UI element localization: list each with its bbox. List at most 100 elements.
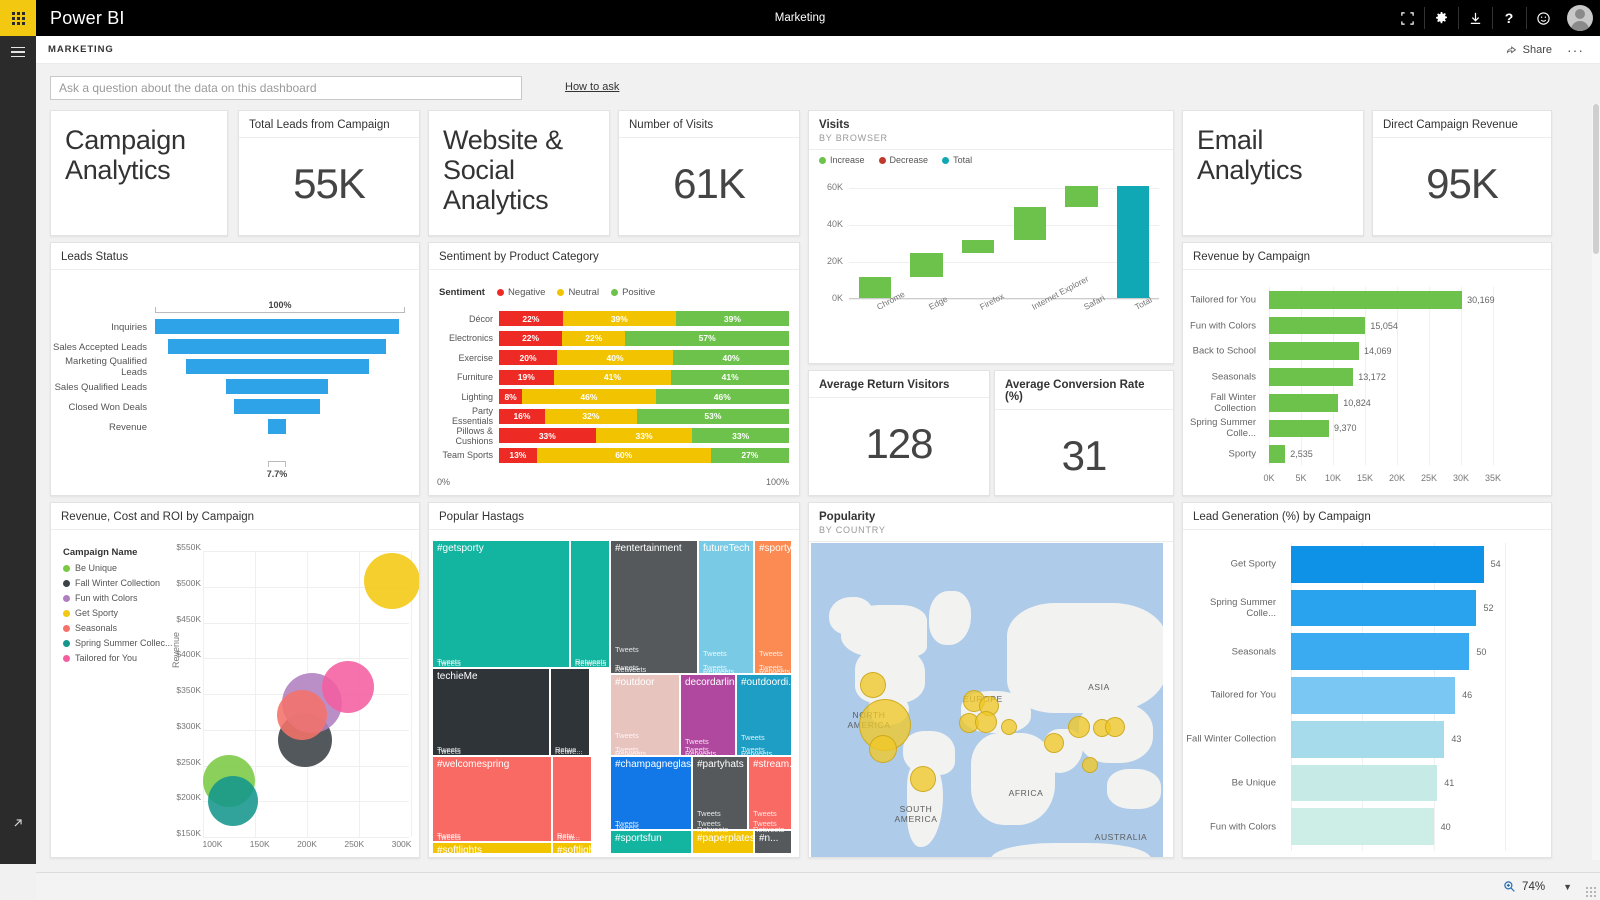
map-bubble[interactable]	[1068, 716, 1090, 738]
legend-item[interactable]: Be Unique	[63, 563, 175, 573]
sentiment-segment-neutral[interactable]: 32%	[544, 408, 637, 424]
funnel-bar[interactable]	[225, 379, 329, 394]
bar[interactable]	[1269, 368, 1354, 386]
treemap-tile[interactable]: #champagneglass Tweets	[611, 757, 691, 829]
share-button[interactable]: Share	[1500, 40, 1557, 59]
waterfall-bar[interactable]	[910, 252, 943, 277]
treemap-tile[interactable]: Retw...	[553, 757, 591, 841]
legend-item[interactable]: Fall Winter Collection	[63, 578, 175, 588]
map-bubble[interactable]	[910, 766, 936, 792]
treemap-tile[interactable]: #outdoor Tweets	[611, 675, 679, 755]
how-to-ask-link[interactable]: How to ask	[565, 81, 619, 93]
bar[interactable]	[1269, 445, 1286, 463]
treemap-tile[interactable]: #partyhats Tweets	[693, 757, 747, 829]
map-bubble[interactable]	[1044, 733, 1064, 753]
bar[interactable]	[1291, 633, 1470, 671]
tile-email-analytics[interactable]: Email Analytics	[1182, 110, 1364, 236]
bar-row[interactable]: Get Sporty 54	[1183, 546, 1545, 583]
zoom-caret-icon[interactable]: ▼	[1563, 882, 1572, 892]
expand-arrow-icon[interactable]	[0, 810, 36, 836]
more-options-button[interactable]: ···	[1561, 43, 1590, 57]
sentiment-segment-negative[interactable]: 8%	[499, 389, 523, 405]
legend-item-neutral[interactable]: Neutral	[557, 287, 599, 298]
sentiment-segment-negative[interactable]: 22%	[499, 311, 563, 327]
sentiment-segment-neutral[interactable]: 33%	[595, 428, 693, 444]
tile-campaign-analytics[interactable]: Campaign Analytics	[50, 110, 228, 236]
bar[interactable]	[1269, 393, 1339, 412]
waterfall-bar[interactable]	[962, 239, 995, 253]
treemap-tile[interactable]: #paperplates	[693, 831, 753, 853]
vertical-scrollbar[interactable]	[1592, 104, 1600, 860]
bar[interactable]	[1269, 419, 1329, 438]
treemap-tile[interactable]: Retwe...	[551, 669, 589, 755]
waterfall-bar[interactable]	[1013, 206, 1046, 240]
legend-item-positive[interactable]: Positive	[611, 287, 655, 298]
bar-row[interactable]: Spring Summer Colle... 52	[1183, 589, 1545, 627]
sentiment-segment-negative[interactable]: 13%	[499, 447, 537, 463]
tile-revenue-cost-roi-by-campaign[interactable]: Revenue, Cost and ROI by Campaign Campai…	[50, 502, 420, 858]
bar[interactable]	[1291, 546, 1484, 583]
funnel-bar[interactable]	[168, 339, 386, 354]
legend-item-total[interactable]: Total	[942, 155, 972, 165]
sentiment-segment-positive[interactable]: 46%	[655, 389, 790, 405]
sentiment-segment-neutral[interactable]: 40%	[557, 350, 673, 366]
sentiment-segment-positive[interactable]: 39%	[675, 311, 789, 327]
sentiment-segment-neutral[interactable]: 41%	[553, 369, 672, 385]
sentiment-segment-neutral[interactable]: 46%	[522, 389, 656, 405]
sentiment-segment-positive[interactable]: 40%	[673, 350, 789, 366]
map-bubble[interactable]	[1001, 719, 1017, 735]
sentiment-segment-negative[interactable]: 22%	[499, 330, 563, 346]
bar-row[interactable]: Tailored for You 46	[1183, 677, 1545, 714]
map-bubble[interactable]	[860, 672, 886, 698]
bubble[interactable]	[208, 776, 259, 827]
legend-item-increase[interactable]: Increase	[819, 155, 865, 165]
treemap-tile[interactable]: #softlights	[553, 843, 591, 853]
bar[interactable]	[1291, 764, 1438, 802]
tile-number-of-visits[interactable]: Number of Visits 61K	[618, 110, 800, 236]
legend-item[interactable]: Spring Summer Collec...	[63, 638, 175, 648]
sentiment-segment-negative[interactable]: 33%	[499, 428, 596, 444]
fullscreen-icon[interactable]	[1390, 0, 1424, 36]
sentiment-segment-negative[interactable]: 20%	[499, 350, 557, 366]
bar[interactable]	[1269, 342, 1360, 361]
legend-item[interactable]: Tailored for You	[63, 653, 175, 663]
treemap-tile[interactable]: #outdoordi... Tweets	[737, 675, 791, 755]
funnel-row[interactable]: Inquiries	[51, 317, 405, 337]
world-map[interactable]: NORTHAMERICASOUTHAMERICAEUROPEAFRICAASIA…	[811, 543, 1163, 857]
legend-item-decrease[interactable]: Decrease	[878, 155, 928, 165]
feedback-smiley-icon[interactable]	[1526, 0, 1560, 36]
sentiment-segment-positive[interactable]: 53%	[636, 408, 789, 424]
treemap-tile[interactable]: #entertainment Tweets	[611, 541, 697, 673]
funnel-bar[interactable]	[267, 419, 287, 434]
tile-direct-campaign-revenue[interactable]: Direct Campaign Revenue 95K	[1372, 110, 1552, 236]
legend-item-negative[interactable]: Negative	[496, 287, 545, 298]
sentiment-segment-neutral[interactable]: 39%	[562, 311, 676, 327]
download-icon[interactable]	[1458, 0, 1492, 36]
hamburger-menu-icon[interactable]	[0, 36, 36, 68]
treemap-tile[interactable]: techieMe Tweets	[433, 669, 549, 755]
treemap-tile[interactable]: #sportsfun	[611, 831, 691, 853]
funnel-row[interactable]: Marketing Qualified Leads	[51, 356, 405, 378]
tile-lead-generation-by-campaign[interactable]: Lead Generation (%) by Campaign Get Spor…	[1182, 502, 1552, 858]
bar-row[interactable]: Seasonals 50	[1183, 633, 1545, 671]
sentiment-row[interactable]: Electronics 22% 22% 57%	[437, 329, 789, 349]
zoom-control[interactable]: 74% ▼	[1503, 880, 1572, 893]
bar-row[interactable]: Spring Summer Colle... 9,370	[1183, 417, 1543, 439]
treemap-tile[interactable]: #welcomespring Tweets	[433, 757, 551, 841]
waterfall-bar[interactable]	[1117, 186, 1150, 299]
funnel-bar[interactable]	[185, 359, 369, 374]
bar[interactable]	[1269, 316, 1366, 335]
bar-row[interactable]: Back to School 14,069	[1183, 342, 1543, 361]
treemap-tile[interactable]: decordarling Tweets	[681, 675, 735, 755]
sentiment-segment-positive[interactable]: 57%	[625, 330, 789, 346]
tile-website-social-analytics[interactable]: Website & Social Analytics	[428, 110, 610, 236]
scrollbar-thumb[interactable]	[1593, 104, 1599, 254]
waterfall-bar[interactable]	[1065, 186, 1098, 207]
treemap-tile[interactable]: Retweets	[571, 541, 609, 667]
resize-grip[interactable]	[1586, 887, 1596, 897]
breadcrumb[interactable]: MARKETING	[48, 44, 114, 55]
app-launcher-grid-icon[interactable]	[0, 0, 36, 36]
bar[interactable]	[1291, 720, 1445, 758]
treemap-tile[interactable]: futureTech Tweets	[699, 541, 753, 673]
map-bubble[interactable]	[1105, 717, 1125, 737]
